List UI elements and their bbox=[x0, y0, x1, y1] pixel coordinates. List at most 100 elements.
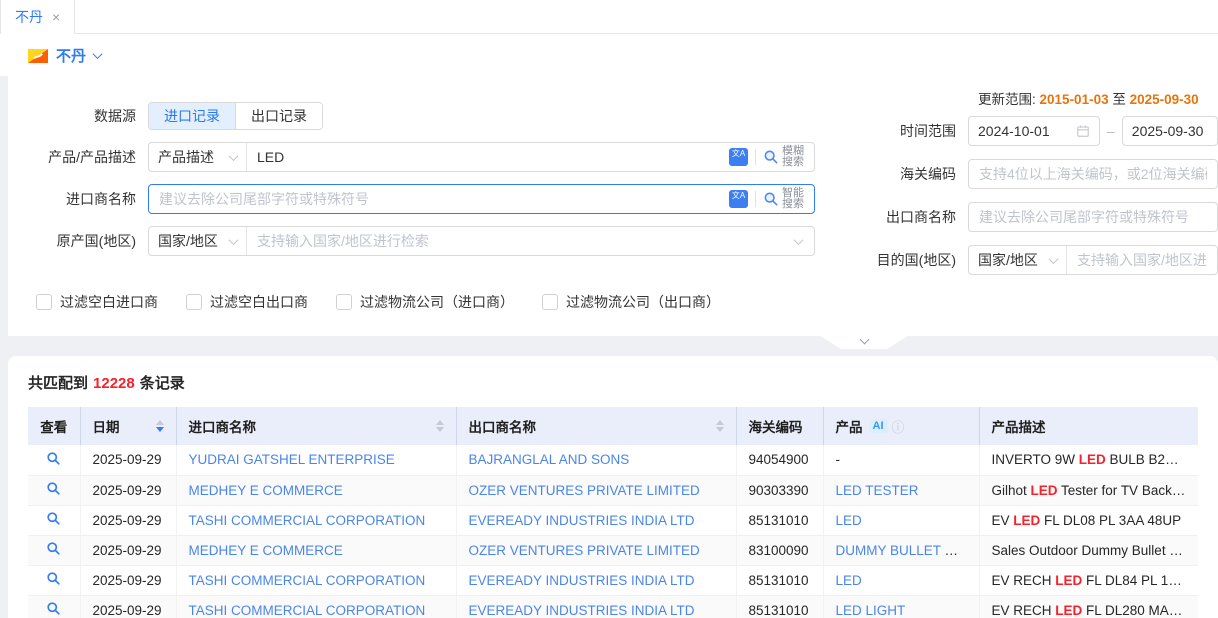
origin-country-select[interactable]: 国家/地区 bbox=[149, 227, 247, 255]
importer-cell: YUDRAI GATSHEL ENTERPRISE bbox=[176, 445, 456, 475]
exporter-link[interactable]: EVEREADY INDUSTRIES INDIA LTD bbox=[469, 573, 695, 588]
importer-cell: TASHI COMMERCIAL CORPORATION bbox=[176, 505, 456, 535]
table-row: 2025-09-29YUDRAI GATSHEL ENTERPRISEBAJRA… bbox=[28, 445, 1198, 475]
tab-bar: 不丹 × bbox=[0, 0, 1218, 34]
view-search-icon bbox=[46, 511, 61, 526]
exporter-link[interactable]: EVEREADY INDUSTRIES INDIA LTD bbox=[469, 513, 695, 528]
table-row: 2025-09-29TASHI COMMERCIAL CORPORATIONEV… bbox=[28, 595, 1198, 618]
origin-country-input[interactable] bbox=[247, 227, 795, 255]
sort-icon[interactable] bbox=[716, 420, 724, 432]
hs-code-cell: 85131010 bbox=[736, 505, 823, 535]
importer-link[interactable]: TASHI COMMERCIAL CORPORATION bbox=[189, 573, 426, 588]
product-link[interactable]: LED LIGHT bbox=[836, 603, 906, 618]
date-start-picker[interactable]: 2024-10-01 bbox=[968, 116, 1100, 146]
date-end-picker[interactable]: 2025-09-30 bbox=[1122, 116, 1218, 146]
info-icon[interactable]: ⓘ bbox=[892, 417, 905, 436]
smart-search-button[interactable]: 智能搜索 bbox=[763, 188, 814, 210]
exporter-cell: EVEREADY INDUSTRIES INDIA LTD bbox=[456, 595, 736, 618]
view-record-button[interactable] bbox=[28, 505, 80, 535]
description-cell: Sales Outdoor Dummy Bullet CCTV C... bbox=[979, 535, 1198, 565]
filter-logistics-exporter[interactable]: 过滤物流公司（出口商） bbox=[542, 292, 720, 312]
hs-code-input[interactable] bbox=[968, 159, 1218, 189]
hs-code-cell: 83100090 bbox=[736, 535, 823, 565]
view-search-icon bbox=[46, 571, 61, 586]
translate-icon[interactable]: 文A bbox=[729, 148, 748, 166]
calendar-icon bbox=[1076, 124, 1090, 138]
product-link[interactable]: LED bbox=[836, 513, 862, 528]
country-name[interactable]: 不丹 bbox=[56, 45, 86, 66]
tab-export-records[interactable]: 出口记录 bbox=[236, 103, 322, 129]
exporter-link[interactable]: BAJRANGLAL AND SONS bbox=[469, 452, 630, 467]
chevron-down-icon bbox=[859, 335, 869, 345]
product-cell: LED LIGHT bbox=[823, 595, 979, 618]
importer-name-input[interactable] bbox=[149, 185, 729, 213]
tab-import-records[interactable]: 进口记录 bbox=[149, 103, 236, 129]
view-record-button[interactable] bbox=[28, 475, 80, 505]
product-link[interactable]: LED bbox=[836, 573, 862, 588]
product-cell: LED bbox=[823, 505, 979, 535]
checkbox[interactable] bbox=[336, 294, 352, 310]
column-header[interactable]: 日期 bbox=[80, 407, 176, 445]
view-record-button[interactable] bbox=[28, 595, 80, 618]
date-cell: 2025-09-29 bbox=[80, 475, 176, 505]
keyword-highlight: LED bbox=[1079, 452, 1106, 467]
results-table: 查看日期进口商名称出口商名称海关编码产品AIⓘ产品描述 2025-09-29YU… bbox=[28, 407, 1198, 618]
match-count: 12228 bbox=[93, 375, 135, 392]
importer-cell: MEDHEY E COMMERCE bbox=[176, 475, 456, 505]
importer-link[interactable]: YUDRAI GATSHEL ENTERPRISE bbox=[189, 452, 395, 467]
filter-blank-importer[interactable]: 过滤空白进口商 bbox=[36, 292, 158, 312]
exporter-link[interactable]: EVEREADY INDUSTRIES INDIA LTD bbox=[469, 603, 695, 618]
collapse-form-handle[interactable] bbox=[820, 336, 908, 349]
view-record-button[interactable] bbox=[28, 445, 80, 475]
checkbox[interactable] bbox=[36, 294, 52, 310]
tab-bhutan[interactable]: 不丹 × bbox=[0, 0, 75, 34]
importer-link[interactable]: TASHI COMMERCIAL CORPORATION bbox=[189, 603, 426, 618]
view-record-button[interactable] bbox=[28, 565, 80, 595]
sort-icon[interactable] bbox=[156, 420, 164, 432]
date-cell: 2025-09-29 bbox=[80, 505, 176, 535]
column-header[interactable]: 进口商名称 bbox=[176, 407, 456, 445]
translate-icon[interactable]: 文A bbox=[729, 190, 748, 208]
column-header-label: 产品描述 bbox=[992, 416, 1046, 436]
filter-blank-exporter[interactable]: 过滤空白出口商 bbox=[186, 292, 308, 312]
importer-cell: MEDHEY E COMMERCE bbox=[176, 535, 456, 565]
results-panel: 共匹配到12228条记录 查看日期进口商名称出口商名称海关编码产品AIⓘ产品描述… bbox=[8, 356, 1218, 618]
view-search-icon bbox=[46, 541, 61, 556]
product-link[interactable]: LED TESTER bbox=[836, 483, 919, 498]
view-record-button[interactable] bbox=[28, 535, 80, 565]
column-header[interactable]: 出口商名称 bbox=[456, 407, 736, 445]
update-range-start: 2015-01-03 bbox=[1040, 92, 1109, 107]
exporter-cell: OZER VENTURES PRIVATE LIMITED bbox=[456, 475, 736, 505]
product-label: 产品/产品描述 bbox=[8, 147, 148, 167]
sort-icon[interactable] bbox=[436, 420, 444, 432]
divider bbox=[755, 149, 756, 165]
table-row: 2025-09-29MEDHEY E COMMERCEOZER VENTURES… bbox=[28, 535, 1198, 565]
fuzzy-search-button[interactable]: 模糊搜索 bbox=[763, 146, 814, 168]
exporter-link[interactable]: OZER VENTURES PRIVATE LIMITED bbox=[469, 543, 700, 558]
exporter-cell: BAJRANGLAL AND SONS bbox=[456, 445, 736, 475]
exporter-name-input[interactable] bbox=[968, 202, 1218, 232]
exporter-link[interactable]: OZER VENTURES PRIVATE LIMITED bbox=[469, 483, 700, 498]
product-type-select[interactable]: 产品描述 bbox=[149, 143, 247, 171]
update-range: 更新范围: 2015-01-03 至 2025-09-30 bbox=[978, 88, 1218, 108]
importer-link[interactable]: TASHI COMMERCIAL CORPORATION bbox=[189, 513, 426, 528]
tab-close-icon[interactable]: × bbox=[52, 9, 60, 25]
checkbox[interactable] bbox=[186, 294, 202, 310]
data-source-label: 数据源 bbox=[8, 106, 148, 126]
checkbox[interactable] bbox=[542, 294, 558, 310]
importer-input-group: 文A 智能搜索 bbox=[148, 184, 815, 214]
filter-logistics-importer[interactable]: 过滤物流公司（进口商） bbox=[336, 292, 514, 312]
chevron-down-icon[interactable] bbox=[93, 49, 103, 59]
dest-country-input[interactable] bbox=[1067, 246, 1217, 274]
form-left-column: 数据源 进口记录 出口记录 产品/产品描述 产品描述 文A bbox=[8, 84, 828, 275]
importer-label: 进口商名称 bbox=[8, 189, 148, 209]
ai-badge: AI bbox=[869, 419, 888, 433]
importer-link[interactable]: MEDHEY E COMMERCE bbox=[189, 483, 343, 498]
column-header: 查看 bbox=[28, 407, 80, 445]
origin-country-group: 国家/地区 bbox=[148, 226, 815, 256]
results-summary: 共匹配到12228条记录 bbox=[28, 372, 1198, 393]
dest-country-select[interactable]: 国家/地区 bbox=[969, 246, 1067, 274]
importer-link[interactable]: MEDHEY E COMMERCE bbox=[189, 543, 343, 558]
product-input[interactable] bbox=[247, 143, 729, 171]
product-link[interactable]: DUMMY BULLET CCTV... bbox=[836, 543, 980, 558]
